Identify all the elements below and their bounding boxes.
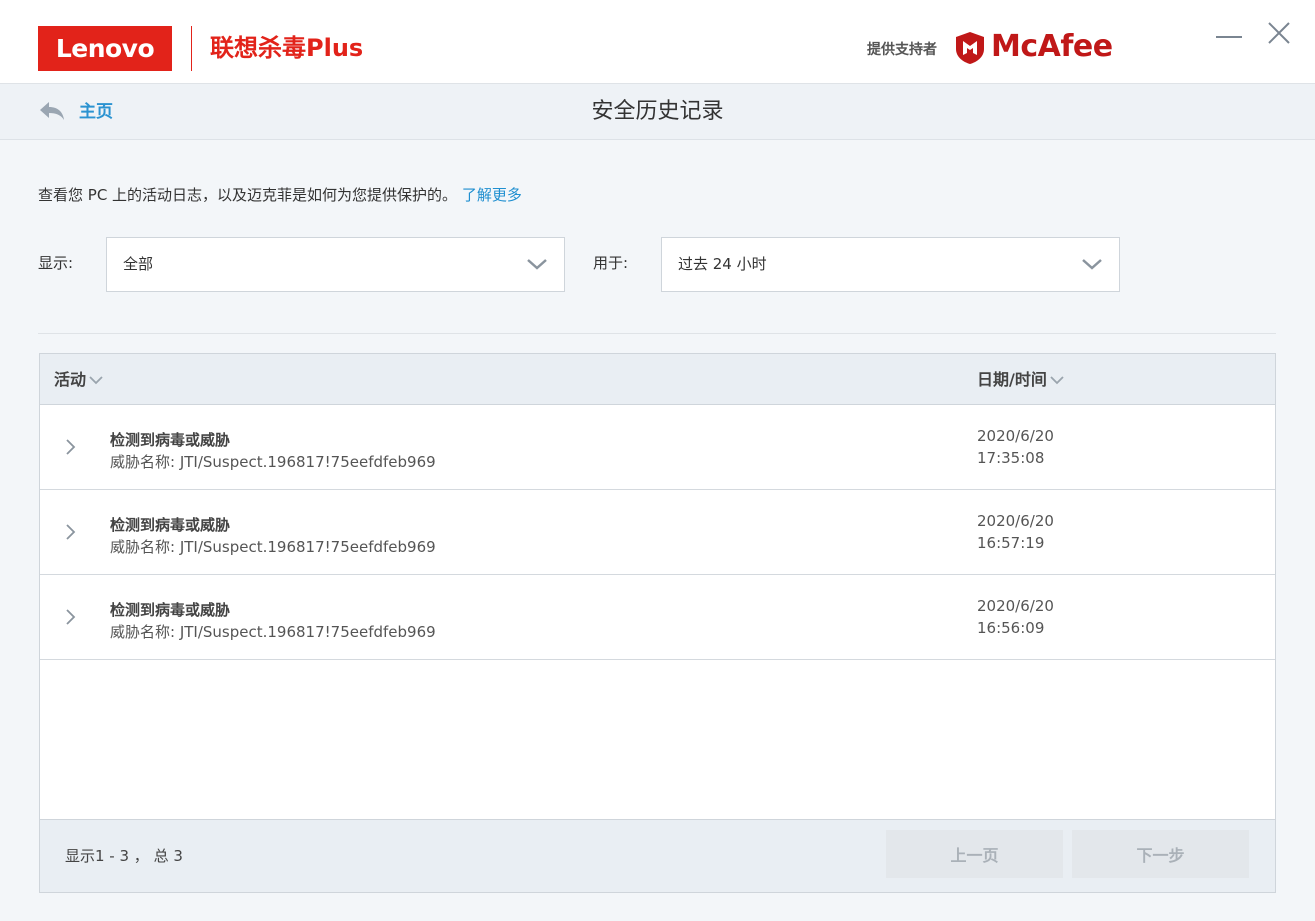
column-header-label: 日期/时间 bbox=[977, 370, 1047, 389]
row-title: 检测到病毒或威胁 bbox=[110, 601, 231, 619]
next-page-button[interactable]: 下一步 bbox=[1072, 830, 1249, 878]
show-filter-select[interactable]: 全部 bbox=[106, 237, 565, 292]
column-header-activity[interactable]: 活动 bbox=[54, 368, 104, 392]
prev-page-button[interactable]: 上一页 bbox=[886, 830, 1063, 878]
chevron-down-icon bbox=[527, 259, 547, 270]
chevron-right-icon[interactable] bbox=[62, 607, 78, 627]
learn-more-link[interactable]: 了解更多 bbox=[462, 186, 522, 204]
page-title: 安全历史记录 bbox=[591, 99, 724, 124]
row-date: 2020/6/20 bbox=[977, 597, 1054, 615]
intro-text: 查看您 PC 上的活动日志，以及迈克菲是如何为您提供保护的。 了解更多 bbox=[38, 183, 522, 207]
row-threat-name: 威胁名称: JTI/Suspect.196817!75eefdfeb969 bbox=[110, 623, 436, 641]
table-header: 活动 日期/时间 bbox=[40, 354, 1275, 405]
nav-bar: 主页 安全历史记录 bbox=[0, 84, 1315, 140]
chevron-down-icon bbox=[89, 376, 103, 385]
show-filter-label: 显示: bbox=[38, 254, 74, 272]
row-time: 17:35:08 bbox=[977, 449, 1045, 467]
intro-description: 查看您 PC 上的活动日志，以及迈克菲是如何为您提供保护的。 bbox=[38, 186, 458, 204]
powered-by-label: 提供支持者 bbox=[867, 42, 937, 58]
row-threat-name: 威胁名称: JTI/Suspect.196817!75eefdfeb969 bbox=[110, 538, 436, 556]
lenovo-logo: Lenovo bbox=[38, 26, 172, 71]
chevron-right-icon[interactable] bbox=[62, 437, 78, 457]
row-date: 2020/6/20 bbox=[977, 427, 1054, 445]
row-title: 检测到病毒或威胁 bbox=[110, 516, 231, 534]
period-filter-value: 过去 24 小时 bbox=[678, 255, 767, 273]
row-threat-name: 威胁名称: JTI/Suspect.196817!75eefdfeb969 bbox=[110, 453, 436, 471]
show-filter-value: 全部 bbox=[123, 255, 154, 273]
period-filter-label: 用于: bbox=[593, 254, 629, 272]
minimize-icon[interactable] bbox=[1214, 22, 1244, 52]
result-count: 显示1 - 3 ， 总 3 bbox=[65, 847, 183, 865]
mcafee-shield-icon bbox=[956, 32, 984, 64]
chevron-down-icon bbox=[1082, 259, 1102, 270]
row-title: 检测到病毒或威胁 bbox=[110, 431, 231, 449]
table-row[interactable]: 检测到病毒或威胁 威胁名称: JTI/Suspect.196817!75eefd… bbox=[40, 490, 1275, 575]
title-bar: Lenovo 联想杀毒Plus 提供支持者 McAfee bbox=[0, 0, 1315, 84]
table-footer: 显示1 - 3 ， 总 3 上一页 下一步 bbox=[40, 819, 1275, 892]
period-filter-select[interactable]: 过去 24 小时 bbox=[661, 237, 1120, 292]
column-header-datetime[interactable]: 日期/时间 bbox=[977, 368, 1065, 392]
brand-divider bbox=[191, 26, 192, 71]
product-name: 联想杀毒Plus bbox=[210, 34, 364, 62]
row-date: 2020/6/20 bbox=[977, 512, 1054, 530]
history-table: 活动 日期/时间 检测到病毒或威胁 威胁名称: JTI/Suspect.1968… bbox=[39, 353, 1276, 893]
chevron-right-icon[interactable] bbox=[62, 522, 78, 542]
table-row[interactable]: 检测到病毒或威胁 威胁名称: JTI/Suspect.196817!75eefd… bbox=[40, 405, 1275, 490]
close-icon[interactable] bbox=[1264, 18, 1294, 48]
table-row[interactable]: 检测到病毒或威胁 威胁名称: JTI/Suspect.196817!75eefd… bbox=[40, 575, 1275, 660]
column-header-label: 活动 bbox=[54, 370, 87, 389]
divider bbox=[38, 333, 1276, 334]
chevron-down-icon bbox=[1050, 376, 1064, 385]
row-time: 16:57:19 bbox=[977, 534, 1045, 552]
mcafee-logo: McAfee bbox=[991, 29, 1113, 64]
row-time: 16:56:09 bbox=[977, 619, 1045, 637]
